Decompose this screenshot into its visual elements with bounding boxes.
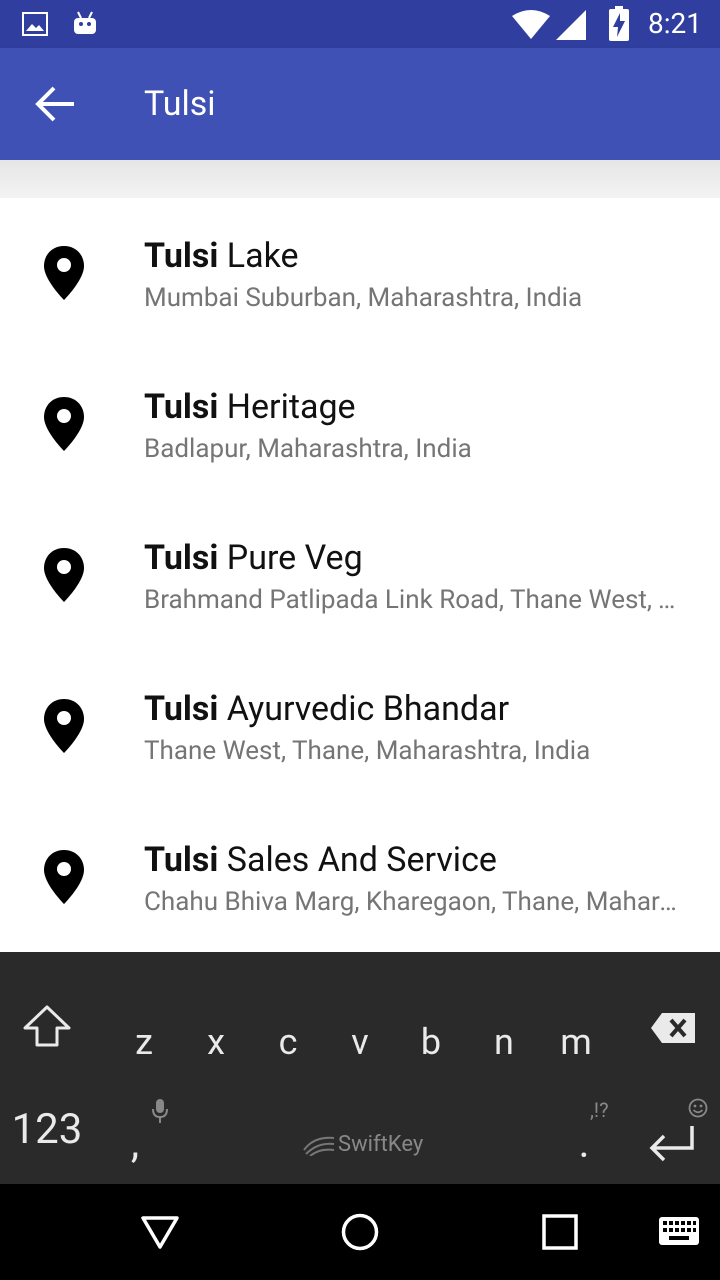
result-name: Tulsi Lake [144, 236, 299, 276]
location-pin-icon [44, 246, 84, 300]
result-rest: Ayurvedic Bhandar [218, 689, 510, 729]
soft-keyboard: z x c v b n m 123 , SwiftKey ,!? . [0, 952, 720, 1184]
search-query-title[interactable]: Tulsi [144, 82, 216, 126]
key-c[interactable]: c [258, 1022, 318, 1062]
result-address: Badlapur, Maharashtra, India [144, 434, 472, 464]
signal-icon [556, 10, 586, 40]
result-address: Brahmand Patlipada Link Road, Thane West… [144, 585, 684, 615]
location-pin-icon [44, 397, 84, 451]
battery-charging-icon [609, 6, 629, 41]
result-name: Tulsi Ayurvedic Bhandar [144, 689, 509, 729]
back-triangle-icon[interactable] [140, 1214, 180, 1250]
keyboard-icon[interactable] [658, 1216, 700, 1246]
key-n[interactable]: n [474, 1022, 534, 1062]
punctuation-hint: ,!? [590, 1098, 609, 1122]
android-icon [74, 11, 96, 34]
result-rest: Sales And Service [218, 840, 497, 880]
swiftkey-brand[interactable]: SwiftKey [338, 1132, 423, 1158]
search-results-list: Tulsi Lake Mumbai Suburban, Maharashtra,… [0, 198, 720, 952]
key-x[interactable]: x [186, 1022, 246, 1062]
microphone-icon [152, 1099, 168, 1123]
result-match: Tulsi [144, 689, 219, 729]
shift-icon[interactable] [22, 1004, 72, 1048]
emoji-icon[interactable] [688, 1098, 708, 1118]
result-match: Tulsi [144, 538, 219, 578]
result-item[interactable]: Tulsi Ayurvedic Bhandar Thane West, Than… [0, 651, 720, 802]
navigation-bar [0, 1184, 720, 1280]
result-match: Tulsi [144, 236, 219, 276]
key-z[interactable]: z [114, 1022, 174, 1062]
location-pin-icon [44, 548, 84, 602]
result-match: Tulsi [144, 840, 219, 880]
key-b[interactable]: b [401, 1022, 461, 1062]
result-item[interactable]: Tulsi Heritage Badlapur, Maharashtra, In… [0, 349, 720, 500]
wifi-icon [512, 10, 550, 39]
status-bar: 8:21 [0, 0, 720, 48]
result-name: Tulsi Pure Veg [144, 538, 363, 578]
key-m[interactable]: m [546, 1022, 606, 1062]
result-rest: Pure Veg [218, 538, 363, 578]
result-item[interactable]: Tulsi Sales And Service Chahu Bhiva Marg… [0, 802, 720, 952]
result-name: Tulsi Heritage [144, 387, 356, 427]
app-bar: Tulsi [0, 48, 720, 160]
result-rest: Heritage [218, 387, 356, 427]
location-pin-icon [44, 850, 84, 904]
result-name: Tulsi Sales And Service [144, 840, 497, 880]
result-address: Chahu Bhiva Marg, Kharegaon, Thane, Maha… [144, 887, 684, 917]
result-rest: Lake [218, 236, 299, 276]
enter-icon[interactable] [648, 1124, 696, 1164]
divider-band [0, 160, 720, 198]
arrow-back-icon[interactable] [32, 84, 80, 124]
image-icon [22, 12, 48, 36]
result-item[interactable]: Tulsi Lake Mumbai Suburban, Maharashtra,… [0, 198, 720, 349]
result-address: Thane West, Thane, Maharashtra, India [144, 736, 591, 766]
numbers-key[interactable]: 123 [6, 1109, 88, 1151]
swiftkey-logo-icon [303, 1136, 335, 1156]
home-circle-icon[interactable] [340, 1212, 380, 1252]
location-pin-icon [44, 699, 84, 753]
result-match: Tulsi [144, 387, 219, 427]
status-time: 8:21 [648, 7, 702, 40]
comma-key[interactable]: , [110, 1123, 160, 1165]
period-key[interactable]: . [554, 1123, 614, 1165]
backspace-icon[interactable] [650, 1012, 696, 1044]
key-v[interactable]: v [330, 1022, 390, 1062]
result-item[interactable]: Tulsi Pure Veg Brahmand Patlipada Link R… [0, 500, 720, 651]
result-address: Mumbai Suburban, Maharashtra, India [144, 283, 583, 313]
recents-square-icon[interactable] [542, 1214, 578, 1250]
